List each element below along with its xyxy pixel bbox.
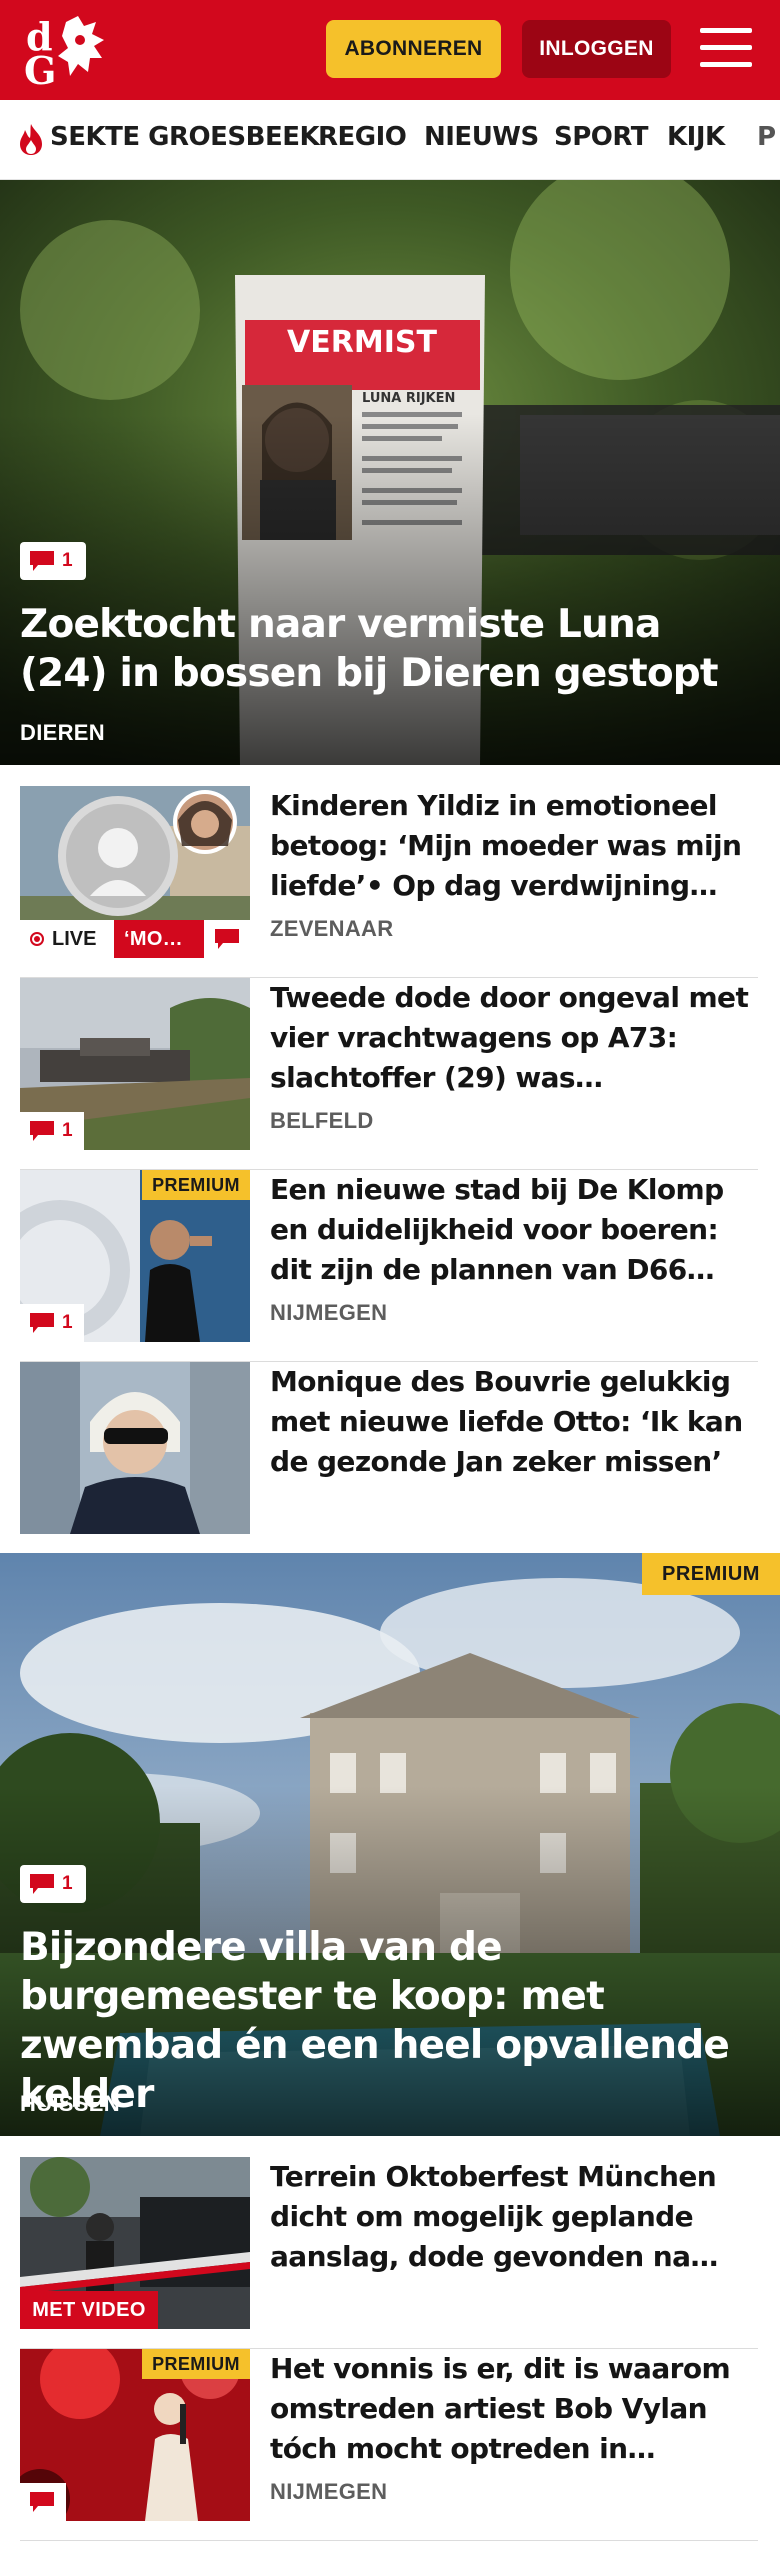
comment-count-badge[interactable]: 1	[20, 1112, 84, 1150]
article-location: ZEVENAAR	[270, 916, 394, 941]
svg-text:VERMIST: VERMIST	[287, 325, 437, 360]
comment-count-badge[interactable]: 1	[20, 1304, 84, 1342]
comment-icon	[30, 2492, 54, 2512]
article-location: BELFELD	[270, 1108, 374, 1133]
comment-count: 1	[62, 1312, 73, 1333]
article-location: NIJMEGEN	[270, 1300, 388, 1325]
article-location: NIJMEGEN	[270, 2479, 388, 2504]
comment-count: 1	[62, 1873, 73, 1894]
comment-count: 1	[62, 550, 73, 571]
comment-icon	[30, 1874, 54, 1894]
comment-count-badge[interactable]	[20, 2483, 66, 2521]
flame-icon	[20, 124, 42, 155]
premium-badge: PREMIUM	[142, 2349, 250, 2379]
comment-icon	[30, 551, 54, 571]
svg-text:G: G	[24, 48, 56, 88]
hero-article-villa[interactable]: PREMIUM 1 Bijzondere villa van de burgem…	[0, 1553, 780, 2136]
nav-item-sekte-groesbeek[interactable]: SEKTE GROESBEEK	[50, 122, 320, 152]
premium-badge: PREMIUM	[142, 1170, 250, 1200]
site-header: d G ABONNEREN INLOGGEN	[0, 0, 780, 100]
svg-text:LUNA RIJKEN: LUNA RIJKEN	[362, 391, 455, 406]
article-thumbnail: PREMIUM 1	[20, 1170, 250, 1342]
premium-badge: PREMIUM	[642, 1553, 780, 1595]
hamburger-menu-icon[interactable]	[700, 24, 752, 72]
article-thumbnail: 1	[20, 978, 250, 1150]
nav-item-regio[interactable]: REGIO	[318, 122, 407, 152]
hero-title[interactable]: Bijzondere villa van de burgemeester te …	[20, 1923, 740, 2119]
section-nav: SEKTE GROESBEEK REGIO NIEUWS SPORT KIJK …	[0, 100, 780, 180]
live-indicator: LIVE	[20, 920, 114, 958]
video-badge: MET VIDEO	[20, 2291, 158, 2329]
article-title[interactable]: Monique des Bouvrie gelukkig met nieuwe …	[270, 1362, 758, 1482]
live-tag: ‘MO…	[114, 920, 204, 958]
hero-gradient	[0, 414, 780, 765]
list-item[interactable]: Monique des Bouvrie gelukkig met nieuwe …	[20, 1362, 758, 1554]
live-dot-icon	[30, 932, 44, 946]
article-thumbnail: PREMIUM	[20, 2349, 250, 2521]
article-thumbnail: MET VIDEO	[20, 2157, 250, 2329]
list-item[interactable]: MET VIDEO Terrein Oktoberfest München di…	[20, 2157, 758, 2349]
comment-count: 1	[62, 1120, 73, 1141]
comment-count-badge[interactable]: 1	[20, 542, 86, 580]
hero-location: DIEREN	[20, 720, 105, 745]
comment-icon	[30, 1313, 54, 1333]
hero-title[interactable]: Zoektocht naar vermiste Luna (24) in bos…	[20, 600, 740, 698]
hero-location: HUISSEN	[20, 2091, 120, 2116]
hero-article-luna[interactable]: VERMIST LUNA RIJKEN 1 Zoektocht naar ver…	[0, 180, 780, 765]
comment-icon	[204, 920, 250, 958]
site-logo[interactable]: d G	[22, 12, 114, 93]
nav-item-sport[interactable]: SPORT	[554, 122, 648, 152]
nav-item-partial[interactable]: P	[757, 122, 776, 152]
article-title[interactable]: Kinderen Yildiz in emotioneel betoog: ‘M…	[270, 786, 758, 906]
article-thumbnail	[20, 1362, 250, 1534]
nav-item-nieuws[interactable]: NIEUWS	[424, 122, 539, 152]
article-thumbnail: LIVE ‘MO…	[20, 786, 250, 958]
list-item[interactable]: PREMIUM 1 Een nieuwe stad bij De Klomp e…	[20, 1170, 758, 1362]
comment-count-badge[interactable]: 1	[20, 1865, 86, 1903]
list-item[interactable]: PREMIUM Het vonnis is er, dit is waarom …	[20, 2349, 758, 2541]
article-title[interactable]: Het vonnis is er, dit is waarom omstrede…	[270, 2349, 758, 2469]
article-title[interactable]: Terrein Oktoberfest München dicht om mog…	[270, 2157, 758, 2277]
article-title[interactable]: Tweede dode door ongeval met vier vracht…	[270, 978, 758, 1098]
article-title[interactable]: Een nieuwe stad bij De Klomp en duidelij…	[270, 1170, 758, 1290]
live-bar: LIVE ‘MO…	[20, 920, 250, 958]
nav-item-kijk[interactable]: KIJK	[667, 122, 725, 152]
list-item[interactable]: 1 Tweede dode door ongeval met vier vrac…	[20, 978, 758, 1170]
login-button[interactable]: INLOGGEN	[522, 20, 671, 78]
comment-icon	[30, 1121, 54, 1141]
list-item[interactable]: LIVE ‘MO… Kinderen Yildiz in emotioneel …	[20, 786, 758, 978]
subscribe-button[interactable]: ABONNEREN	[326, 20, 501, 78]
